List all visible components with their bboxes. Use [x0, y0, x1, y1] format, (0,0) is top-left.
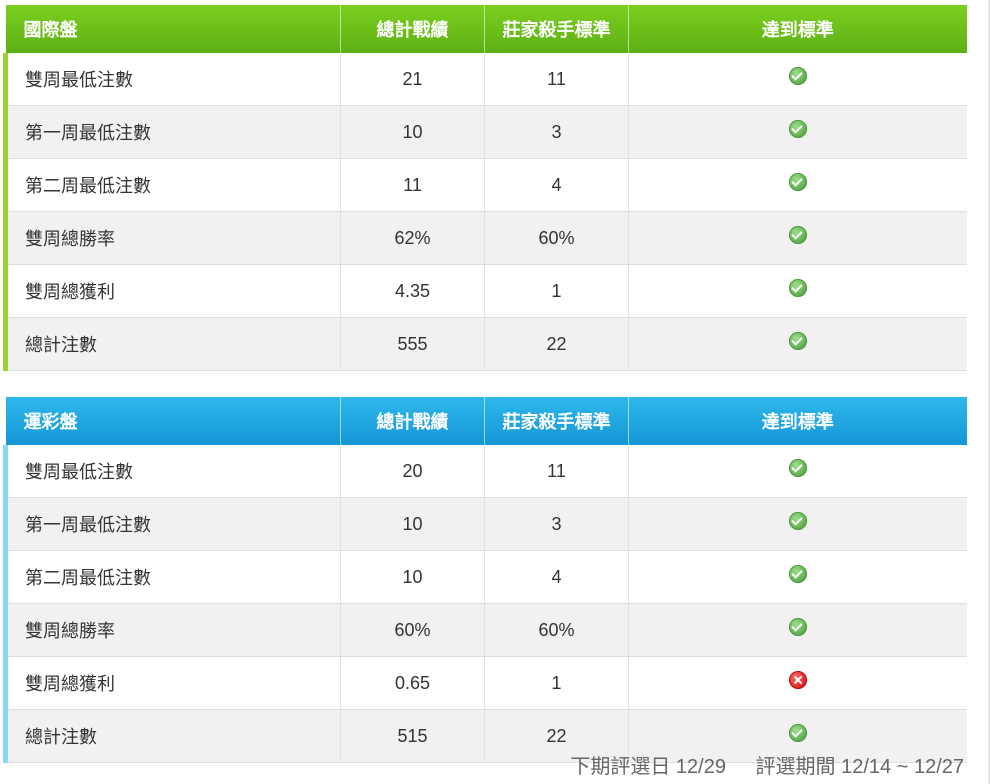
row-label: 雙周最低注數 [3, 445, 341, 498]
check-circle-icon [788, 564, 807, 583]
total-record-value: 20 [340, 445, 485, 498]
next-selection-date: 下期評選日 12/29 [570, 756, 726, 778]
standard-value: 60% [484, 603, 629, 657]
x-circle-icon [788, 670, 807, 689]
col-header-achieved: 達到標準 [628, 397, 967, 445]
table-row: 第二周最低注數 10 4 [3, 550, 967, 604]
total-record-value: 0.65 [340, 656, 485, 710]
achieved-cell [628, 550, 967, 604]
col-header-standard: 莊家殺手標準 [484, 5, 629, 53]
check-circle-icon [788, 119, 807, 138]
standard-value: 4 [484, 158, 629, 212]
table-row: 第一周最低注數 10 3 [3, 105, 967, 159]
row-label: 第一周最低注數 [3, 105, 341, 159]
check-circle-icon [788, 617, 807, 636]
table-row: 雙周最低注數 20 11 [3, 445, 967, 498]
total-record-value: 21 [340, 53, 485, 106]
standards-panel: 國際盤 總計戰績 莊家殺手標準 達到標準 雙周最低注數 21 11 第一周最低注數 10… [3, 5, 967, 763]
total-record-value: 10 [340, 497, 485, 551]
table-row: 雙周總勝率 62% 60% [3, 211, 967, 265]
international-header-row: 國際盤 總計戰績 莊家殺手標準 達到標準 [5, 5, 967, 53]
row-label: 雙周總勝率 [3, 603, 341, 657]
table-row: 雙周最低注數 21 11 [3, 53, 967, 106]
table-row: 雙周總獲利 4.35 1 [3, 264, 967, 318]
check-circle-icon [788, 458, 807, 477]
row-label: 雙周最低注數 [3, 53, 341, 106]
check-circle-icon [788, 331, 807, 350]
table-row: 總計注數 555 22 [3, 317, 967, 371]
standard-value: 4 [484, 550, 629, 604]
row-label: 雙周總勝率 [3, 211, 341, 265]
total-record-value: 555 [340, 317, 485, 371]
table-row: 第一周最低注數 10 3 [3, 497, 967, 551]
lottery-header-row: 運彩盤 總計戰績 莊家殺手標準 達到標準 [5, 397, 967, 445]
row-label: 雙周總獲利 [3, 264, 341, 318]
selection-dates: 下期評選日 12/29 評選期間 12/14 ~ 12/27 [570, 750, 964, 779]
standard-value: 1 [484, 264, 629, 318]
col-header-total: 總計戰績 [340, 5, 485, 53]
check-circle-icon [788, 511, 807, 530]
col-header-market: 國際盤 [5, 5, 341, 53]
achieved-cell [628, 497, 967, 551]
selection-period: 評選期間 12/14 ~ 12/27 [755, 756, 964, 778]
total-record-value: 11 [340, 158, 485, 212]
international-rows: 雙周最低注數 21 11 第一周最低注數 10 3 第二周最低注數 11 4 雙周總勝率 62% 60… [3, 53, 967, 371]
achieved-cell [628, 264, 967, 318]
lottery-rows: 雙周最低注數 20 11 第一周最低注數 10 3 第二周最低注數 10 4 雙周總勝率 60% 60… [3, 445, 967, 763]
total-record-value: 10 [340, 550, 485, 604]
achieved-cell [628, 53, 967, 106]
col-header-market: 運彩盤 [5, 397, 341, 445]
row-label: 第一周最低注數 [3, 497, 341, 551]
achieved-cell [628, 317, 967, 371]
total-record-value: 515 [340, 709, 485, 763]
check-circle-icon [788, 723, 807, 742]
achieved-cell [628, 656, 967, 710]
standard-value: 3 [484, 105, 629, 159]
standard-value: 3 [484, 497, 629, 551]
row-label: 第二周最低注數 [3, 158, 341, 212]
col-header-achieved: 達到標準 [628, 5, 967, 53]
row-label: 總計注數 [3, 317, 341, 371]
achieved-cell [628, 445, 967, 498]
total-record-value: 4.35 [340, 264, 485, 318]
row-label: 第二周最低注數 [3, 550, 341, 604]
international-table: 國際盤 總計戰績 莊家殺手標準 達到標準 雙周最低注數 21 11 第一周最低注數 10… [3, 5, 967, 371]
table-row: 雙周總獲利 0.65 1 [3, 656, 967, 710]
total-record-value: 10 [340, 105, 485, 159]
achieved-cell [628, 603, 967, 657]
standard-value: 1 [484, 656, 629, 710]
standard-value: 11 [484, 53, 629, 106]
col-header-total: 總計戰績 [340, 397, 485, 445]
table-row: 第二周最低注數 11 4 [3, 158, 967, 212]
row-label: 雙周總獲利 [3, 656, 341, 710]
standard-value: 22 [484, 317, 629, 371]
standard-value: 11 [484, 445, 629, 498]
col-header-standard: 莊家殺手標準 [484, 397, 629, 445]
row-label: 總計注數 [3, 709, 341, 763]
check-circle-icon [788, 66, 807, 85]
achieved-cell [628, 211, 967, 265]
total-record-value: 62% [340, 211, 485, 265]
check-circle-icon [788, 278, 807, 297]
lottery-table: 運彩盤 總計戰績 莊家殺手標準 達到標準 雙周最低注數 20 11 第一周最低注數 10… [3, 397, 967, 763]
check-circle-icon [788, 225, 807, 244]
total-record-value: 60% [340, 603, 485, 657]
achieved-cell [628, 158, 967, 212]
standard-value: 60% [484, 211, 629, 265]
table-row: 雙周總勝率 60% 60% [3, 603, 967, 657]
achieved-cell [628, 105, 967, 159]
check-circle-icon [788, 172, 807, 191]
